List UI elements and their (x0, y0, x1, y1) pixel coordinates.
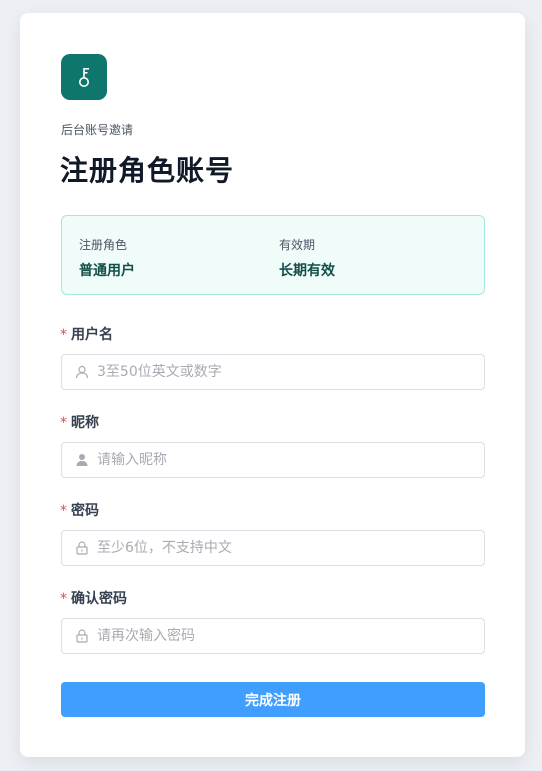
required-mark: * (60, 591, 67, 607)
key-logo-icon (61, 54, 107, 100)
password-input[interactable] (97, 531, 477, 565)
confirm-password-label-text: 确认密码 (71, 591, 127, 607)
username-field[interactable] (61, 354, 485, 390)
username-input[interactable] (97, 355, 477, 389)
confirm-password-input[interactable] (97, 619, 477, 653)
username-label-text: 用户名 (71, 327, 113, 343)
validity-value: 长期有效 (279, 263, 335, 279)
password-label-text: 密码 (71, 503, 99, 519)
page-title: 注册角色账号 (60, 154, 235, 187)
user-filled-icon (74, 452, 90, 468)
role-info: 注册角色 普通用户 (79, 236, 135, 280)
page-subtitle: 后台账号邀请 (61, 123, 134, 137)
required-mark: * (60, 415, 67, 431)
password-label: * 密码 (60, 500, 99, 520)
required-mark: * (60, 327, 67, 343)
nickname-label-text: 昵称 (71, 415, 99, 431)
lock-icon (74, 628, 90, 644)
password-field[interactable] (61, 530, 485, 566)
confirm-password-field[interactable] (61, 618, 485, 654)
nickname-input[interactable] (97, 443, 477, 477)
role-label: 注册角色 (79, 238, 128, 252)
invitation-info-panel: 注册角色 普通用户 有效期 长期有效 (61, 215, 485, 295)
username-label: * 用户名 (60, 324, 113, 344)
nickname-field[interactable] (61, 442, 485, 478)
registration-card: 后台账号邀请 注册角色账号 注册角色 普通用户 有效期 长期有效 *用户名 *昵… (20, 13, 525, 757)
lock-icon (74, 540, 90, 556)
validity-label: 有效期 (279, 238, 316, 252)
user-outline-icon (74, 364, 90, 380)
validity-info: 有效期 长期有效 (279, 236, 335, 280)
role-value: 普通用户 (79, 263, 135, 279)
required-mark: * (60, 503, 67, 519)
confirm-password-label: * 确认密码 (60, 588, 127, 608)
nickname-label: * 昵称 (60, 412, 99, 432)
complete-registration-button[interactable]: 完成注册 (61, 682, 485, 717)
